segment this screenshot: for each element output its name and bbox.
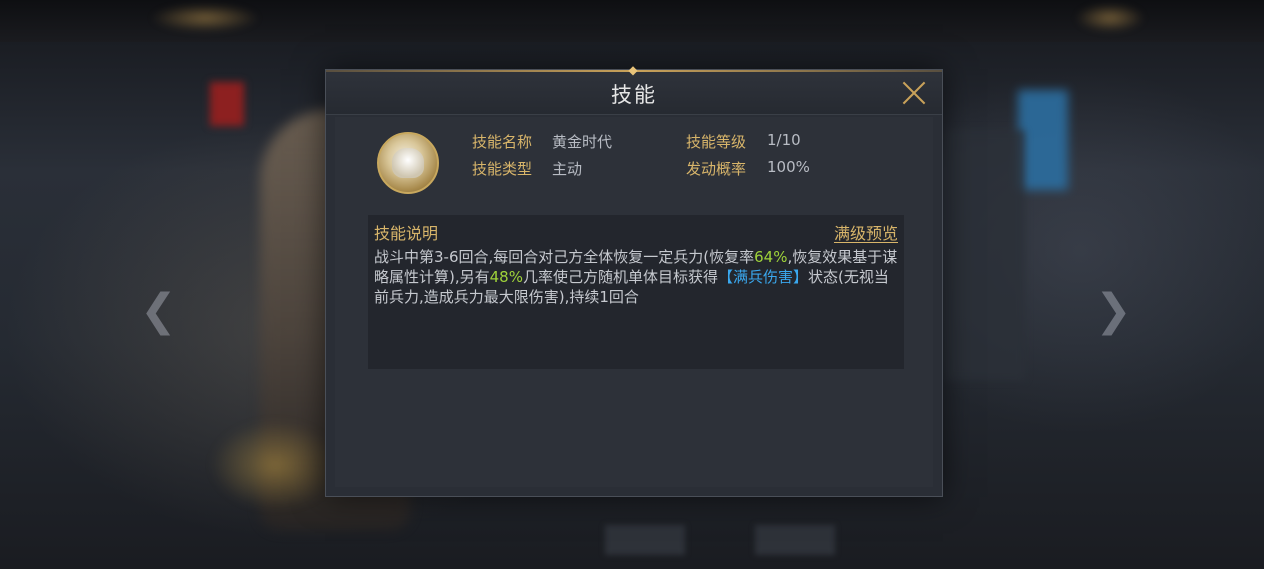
- background-button: [605, 525, 685, 555]
- description-segment: 几率使己方随机单体目标获得: [522, 268, 718, 286]
- background-gold-glow: [1075, 4, 1145, 32]
- skill-level-label: 技能等级: [686, 133, 747, 151]
- chevron-left-icon[interactable]: ❮: [140, 285, 177, 336]
- diamond-ornament-icon: ◆: [628, 63, 638, 77]
- skill-level-row: 技能等级 1/10: [686, 131, 801, 152]
- description-heading: 技能说明: [374, 224, 439, 243]
- skill-chance-label: 发动概率: [686, 160, 747, 178]
- skill-type-value: 主动: [552, 160, 583, 178]
- background-button: [755, 525, 835, 555]
- max-level-preview-link[interactable]: 满级预览: [834, 220, 898, 244]
- skill-chance-value: 100%: [767, 158, 810, 176]
- background-gold-glow: [150, 4, 260, 32]
- background-side-panel: [945, 130, 1025, 380]
- skill-chance-row: 发动概率 100%: [686, 158, 810, 179]
- skill-type-label: 技能类型: [472, 160, 533, 178]
- description-segment: 战斗中第3-6回合,每回合对己方全体恢复一定兵力(恢复率: [374, 248, 755, 266]
- background-banner: [210, 82, 244, 126]
- dialog-header: ◆ 技能: [326, 64, 942, 115]
- description-text: 战斗中第3-6回合,每回合对己方全体恢复一定兵力(恢复率64%,恢复效果基于谋略…: [374, 247, 898, 307]
- skill-dialog: ◆ 技能 技能名称 黄金时代 技能类型 主动 技能等级 1/10 发动概率 10…: [325, 64, 943, 497]
- dialog-body: 技能名称 黄金时代 技能类型 主动 技能等级 1/10 发动概率 100% 技能…: [335, 117, 933, 487]
- background-gold-glow: [210, 420, 340, 510]
- skill-description-box: 技能说明 满级预览 战斗中第3-6回合,每回合对己方全体恢复一定兵力(恢复率64…: [368, 215, 904, 369]
- trigger-chance-value: 48%: [489, 268, 523, 286]
- skill-icon-emblem: [392, 148, 424, 178]
- close-icon[interactable]: [900, 79, 928, 107]
- skill-name-value: 黄金时代: [552, 133, 613, 151]
- golden-age-skill-icon: [377, 132, 439, 194]
- skill-level-value: 1/10: [767, 131, 801, 149]
- status-effect-name: 【满兵伤害】: [717, 268, 808, 286]
- dialog-title: 技能: [611, 83, 657, 107]
- chevron-right-icon[interactable]: ❯: [1095, 285, 1132, 336]
- skill-type-row: 技能类型 主动: [472, 158, 582, 179]
- recovery-rate-value: 64%: [754, 248, 788, 266]
- background-blue-card: [1018, 90, 1068, 190]
- skill-name-label: 技能名称: [472, 133, 533, 151]
- skill-name-row: 技能名称 黄金时代: [472, 131, 612, 152]
